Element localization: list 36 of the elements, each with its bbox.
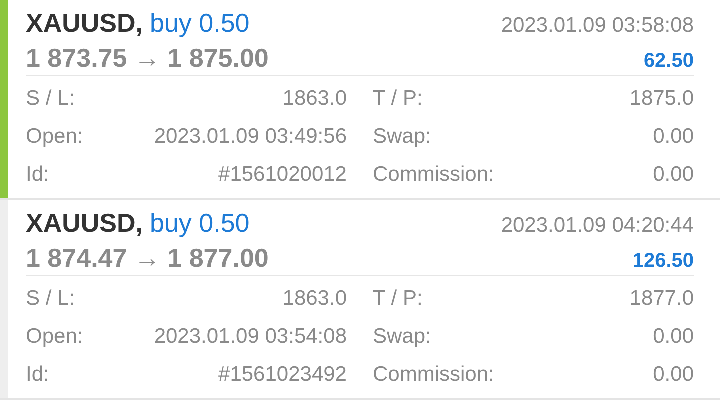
field-value: #1561023492: [218, 363, 347, 387]
field-value: 1875.0: [630, 87, 694, 111]
profit: 62.50: [644, 50, 694, 73]
field-value: 0.00: [653, 325, 694, 349]
field-value: 1863.0: [282, 287, 347, 311]
field-label: Id:: [26, 163, 50, 187]
field-value: 0.00: [653, 125, 694, 149]
field-value: 1863.0: [282, 87, 347, 111]
field-label: S / L:: [26, 87, 76, 111]
symbol: XAUUSD,: [26, 8, 144, 39]
timestamp: 2023.01.09 04:20:44: [501, 214, 694, 238]
field-label: S / L:: [26, 287, 76, 311]
trade-card[interactable]: XAUUSD, buy 0.50 2023.01.09 04:20:44 1 874.47 → 1 877.00 126.50 S / L: 1863.0 T / P: 1877.0 Open: 2023.01.09 03:54:08 Swap: 0.00 Id: #1561023492 Commission: 0.00: [0, 200, 720, 400]
field-label: T / P:: [373, 287, 423, 311]
field-label: Swap:: [373, 325, 432, 349]
field-value: 2023.01.09 03:49:56: [154, 125, 347, 149]
order-type: buy 0.50: [150, 208, 250, 239]
trade-card[interactable]: XAUUSD, buy 0.50 2023.01.09 03:58:08 1 873.75 → 1 875.00 62.50 S / L: 1863.0 T / P: 1875.0 Open: 2023.01.09 03:49:56 Swap: 0.00 Id: #1561020012 Commission: 0.00: [0, 0, 720, 200]
field-value: 1877.0: [630, 287, 694, 311]
field-label: Id:: [26, 363, 50, 387]
field-label: Open:: [26, 125, 84, 149]
price-range: 1 873.75 → 1 875.00: [26, 43, 269, 74]
field-value: #1561020012: [218, 163, 347, 187]
field-label: Open:: [26, 325, 84, 349]
symbol: XAUUSD,: [26, 208, 144, 239]
timestamp: 2023.01.09 03:58:08: [501, 14, 694, 38]
price-range: 1 874.47 → 1 877.00: [26, 243, 269, 274]
profit: 126.50: [632, 250, 694, 273]
field-label: Commission:: [373, 163, 494, 187]
field-label: T / P:: [373, 87, 423, 111]
field-value: 2023.01.09 03:54:08: [154, 325, 347, 349]
field-value: 0.00: [653, 363, 694, 387]
order-type: buy 0.50: [150, 8, 250, 39]
field-label: Swap:: [373, 125, 432, 149]
field-label: Commission:: [373, 363, 494, 387]
field-value: 0.00: [653, 163, 694, 187]
